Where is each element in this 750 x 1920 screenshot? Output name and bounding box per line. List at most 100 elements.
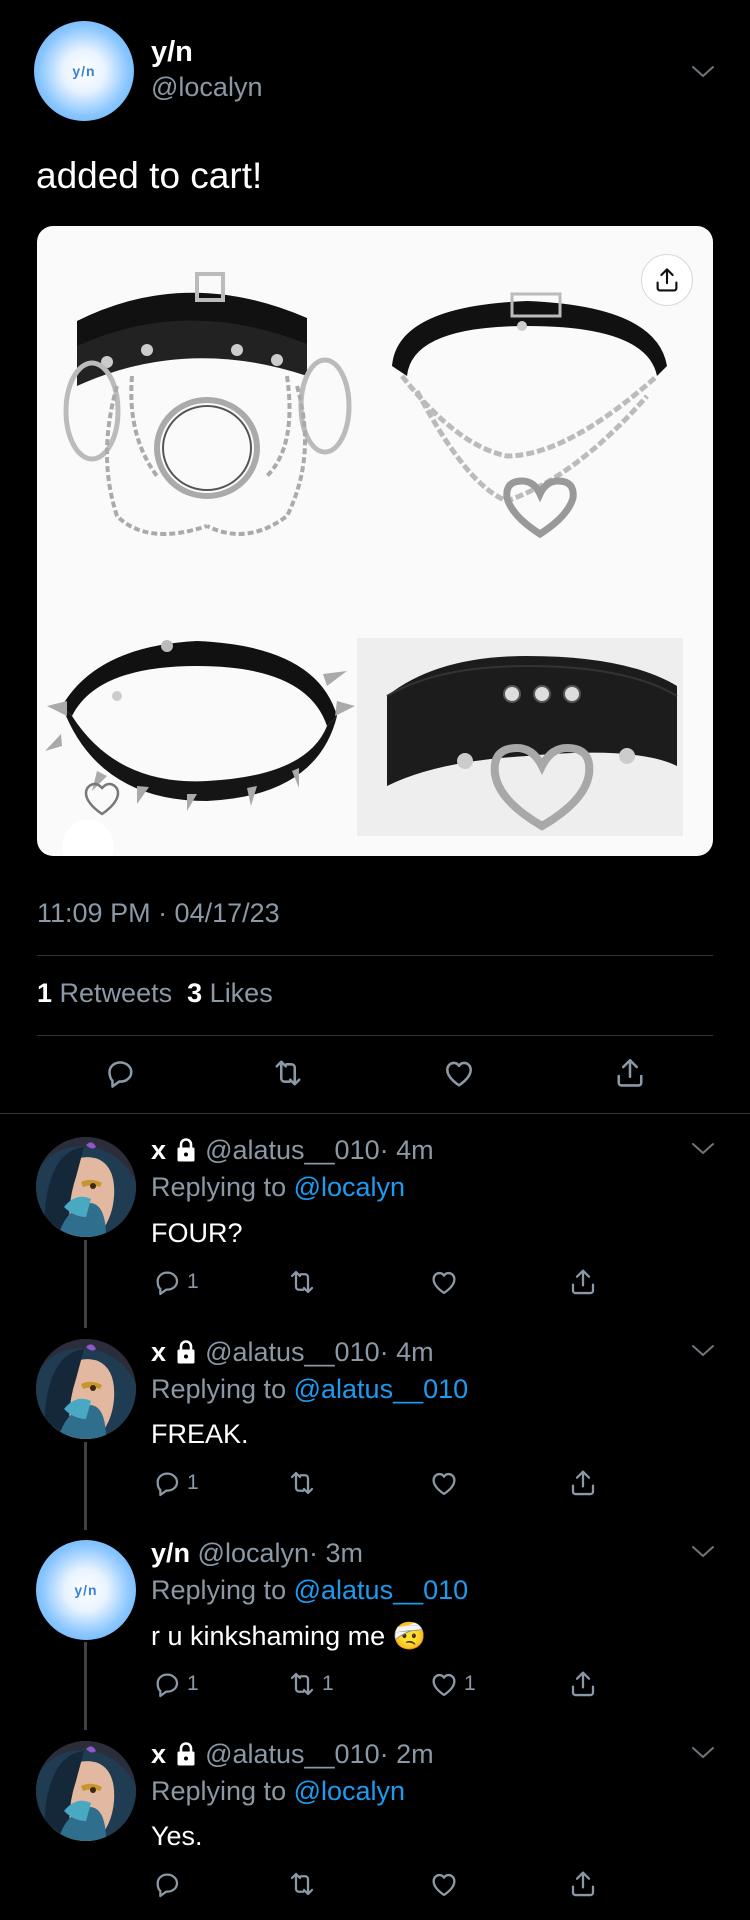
choker-ring-chain	[63, 272, 352, 536]
reply-avatar[interactable]: y/n	[36, 1540, 136, 1640]
reply-avatar[interactable]	[36, 1741, 136, 1841]
share-button[interactable]	[567, 1266, 599, 1298]
like-icon	[428, 1668, 460, 1700]
media-share-button[interactable]	[641, 254, 693, 306]
retweet-button[interactable]: 1	[286, 1668, 334, 1700]
tweet-stats: 1 Retweets 3 Likes	[37, 978, 273, 1009]
like-icon	[428, 1868, 460, 1900]
retweet-icon	[286, 1868, 318, 1900]
likes-count[interactable]: 3	[187, 978, 202, 1008]
lock-icon	[174, 1339, 198, 1365]
retweet-button[interactable]	[270, 1055, 306, 1091]
main-avatar[interactable]: y/n	[34, 21, 134, 121]
reply-text: r u kinkshaming me 🤕	[151, 1621, 427, 1651]
reply-author-name[interactable]: x	[151, 1739, 166, 1769]
chevron-down-icon[interactable]	[690, 1141, 716, 1157]
share-icon	[567, 1467, 599, 1499]
share-icon	[567, 1868, 599, 1900]
reply-icon	[102, 1055, 138, 1091]
share-button[interactable]	[567, 1868, 599, 1900]
replying-to-link[interactable]: @localyn	[294, 1776, 405, 1806]
share-button[interactable]	[567, 1467, 599, 1499]
reply-text: FOUR?	[151, 1218, 243, 1248]
reply-action-bar: 1	[0, 1266, 750, 1306]
replying-to: Replying to @localyn	[151, 1776, 405, 1807]
retweets-label[interactable]: Retweets	[60, 978, 173, 1008]
replying-to: Replying to @alatus__010	[151, 1575, 468, 1606]
chevron-down-icon[interactable]	[690, 1343, 716, 1359]
reply-author-name[interactable]: x	[151, 1135, 166, 1165]
retweet-icon	[286, 1467, 318, 1499]
like-button[interactable]	[441, 1055, 477, 1091]
avatar-image	[36, 1339, 136, 1439]
reply-button[interactable]: 1	[151, 1266, 199, 1298]
retweet-button[interactable]	[286, 1467, 322, 1499]
retweets-count[interactable]: 1	[37, 978, 52, 1008]
lock-icon	[174, 1741, 198, 1767]
divider	[0, 1113, 750, 1114]
reply-icon	[151, 1266, 183, 1298]
tweet-media-image[interactable]	[37, 226, 713, 856]
share-button[interactable]	[612, 1055, 648, 1091]
reply-text: Yes.	[151, 1821, 203, 1851]
reply-author-name[interactable]: y/n	[151, 1538, 190, 1568]
reply-count: 1	[187, 1471, 199, 1494]
reply-button[interactable]	[102, 1055, 138, 1091]
share-icon	[612, 1055, 648, 1091]
like-button[interactable]: 1	[428, 1668, 476, 1700]
retweet-count: 1	[322, 1672, 334, 1695]
reply-avatar[interactable]	[36, 1137, 136, 1237]
reply-button[interactable]: 1	[151, 1467, 199, 1499]
reply-button[interactable]: 1	[151, 1668, 199, 1700]
share-button[interactable]	[567, 1668, 599, 1700]
replying-to-link[interactable]: @alatus__010	[294, 1374, 469, 1404]
reply-header: x @alatus__010· 4m	[151, 1337, 434, 1368]
tweet-timestamp: 11:09 PM · 04/17/23	[37, 898, 280, 928]
reply-button[interactable]	[151, 1868, 187, 1900]
reply-author-name[interactable]: x	[151, 1337, 166, 1367]
main-author-handle[interactable]: @localyn	[151, 72, 262, 103]
chevron-down-icon[interactable]	[690, 1745, 716, 1761]
chevron-down-icon[interactable]	[690, 64, 716, 80]
like-button[interactable]	[428, 1467, 464, 1499]
reply-icon	[151, 1668, 183, 1700]
replying-to-link[interactable]: @localyn	[294, 1172, 405, 1202]
share-icon	[567, 1266, 599, 1298]
likes-label[interactable]: Likes	[210, 978, 273, 1008]
like-icon	[428, 1467, 460, 1499]
reply-author-handle[interactable]: @localyn	[198, 1538, 309, 1568]
choker-heart-ring	[357, 638, 683, 836]
main-author-name[interactable]: y/n	[151, 36, 193, 69]
replying-label: Replying to	[151, 1776, 287, 1806]
retweet-icon	[270, 1055, 306, 1091]
divider	[37, 955, 713, 956]
heart-outline-icon	[84, 782, 120, 816]
retweet-button[interactable]	[286, 1868, 322, 1900]
reply-header: x @alatus__010· 2m	[151, 1739, 434, 1770]
reply-avatar[interactable]	[36, 1339, 136, 1439]
reply-time: · 3m	[309, 1538, 363, 1568]
like-button[interactable]	[428, 1266, 464, 1298]
chevron-down-icon[interactable]	[690, 1544, 716, 1560]
divider	[37, 1035, 713, 1036]
replying-to-link[interactable]: @alatus__010	[294, 1575, 469, 1605]
share-icon	[652, 265, 682, 295]
reply-time: · 4m	[379, 1337, 434, 1367]
avatar-image	[36, 1741, 136, 1841]
chokers-photo	[45, 272, 683, 856]
reply-author-handle[interactable]: @alatus__010	[205, 1739, 380, 1769]
reply-text: FREAK.	[151, 1419, 249, 1449]
like-button[interactable]	[428, 1868, 464, 1900]
reply-icon	[151, 1467, 183, 1499]
reply-action-bar: 1 1 1	[0, 1668, 750, 1708]
replying-to: Replying to @alatus__010	[151, 1374, 468, 1405]
retweet-icon	[286, 1668, 318, 1700]
reply-author-handle[interactable]: @alatus__010	[205, 1337, 380, 1367]
like-icon	[441, 1055, 477, 1091]
reply-action-bar: 1	[0, 1467, 750, 1507]
reply-author-handle[interactable]: @alatus__010	[205, 1135, 380, 1165]
reply-time: · 2m	[379, 1739, 434, 1769]
retweet-button[interactable]	[286, 1266, 322, 1298]
reply-count: 1	[187, 1672, 199, 1695]
main-action-bar	[0, 1055, 750, 1095]
